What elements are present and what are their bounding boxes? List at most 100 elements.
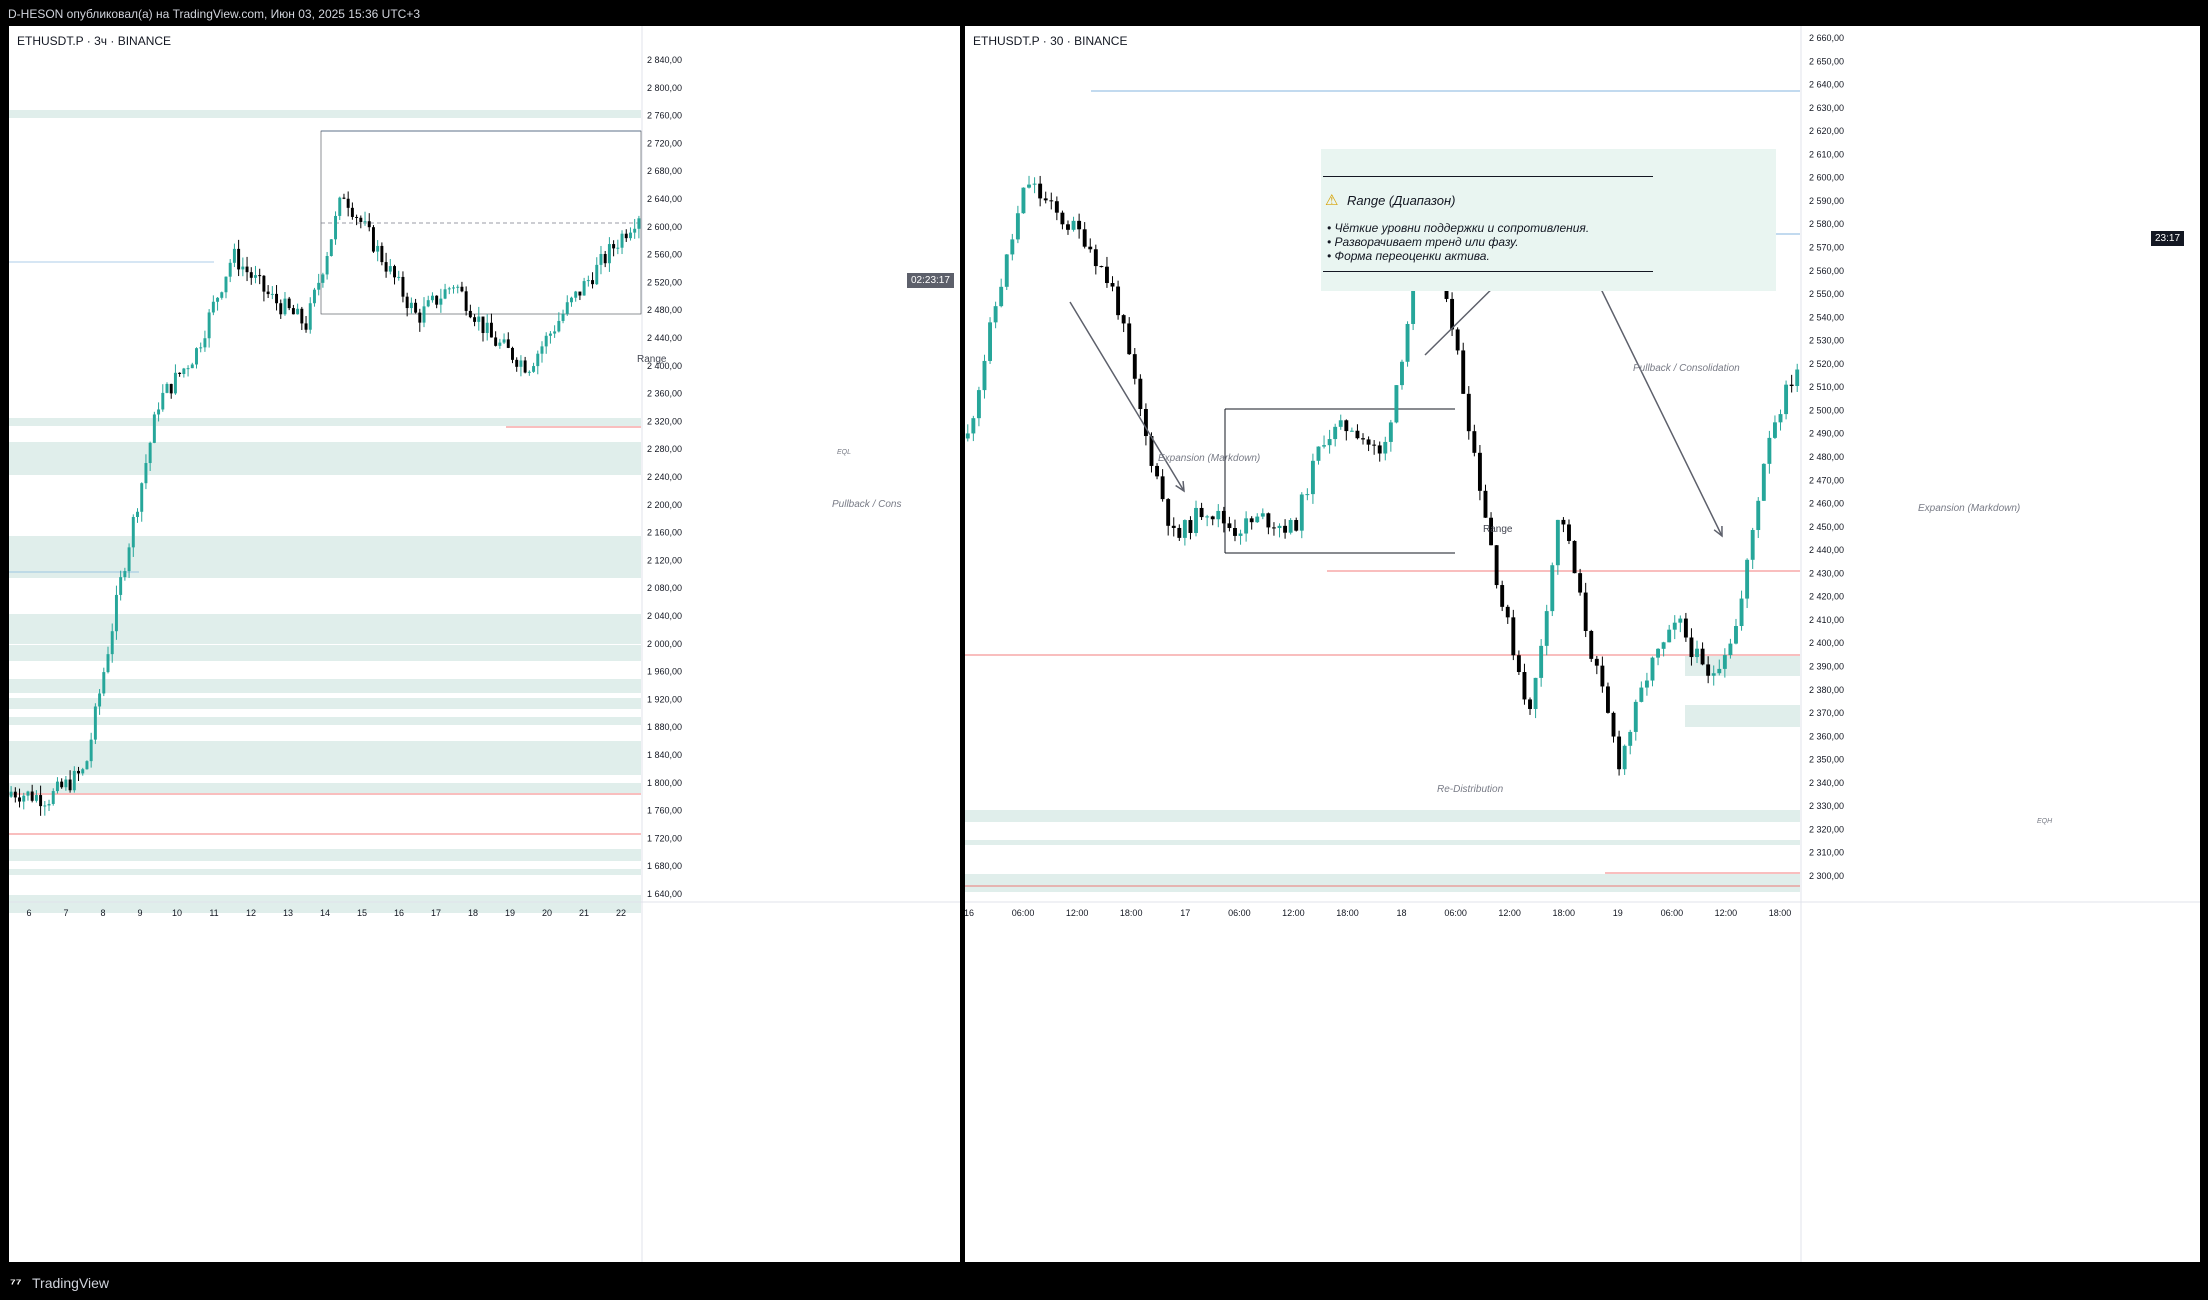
candle-body bbox=[1561, 519, 1566, 525]
candle-body bbox=[1171, 525, 1176, 528]
redistribution-label: Re-Distribution bbox=[1437, 784, 1504, 795]
candle-body bbox=[1027, 184, 1031, 188]
candle-body bbox=[279, 303, 283, 315]
candle-body bbox=[216, 297, 220, 302]
price-tick-label: 2 520,00 bbox=[647, 277, 682, 287]
candle-body bbox=[39, 795, 43, 807]
time-tick-label: 12 bbox=[246, 908, 256, 918]
candle-body bbox=[477, 316, 481, 322]
time-tick-label: 7 bbox=[63, 908, 68, 918]
candle-body bbox=[165, 383, 169, 393]
price-tick-label: 2 530,00 bbox=[1809, 336, 1844, 346]
candle-body bbox=[140, 483, 144, 512]
price-tick-label: 2 390,00 bbox=[1809, 662, 1844, 672]
left-chart-pane[interactable]: 2 840,00 2 800,00 2 760,00 2 720,00 2 680,00… bbox=[9, 26, 960, 1262]
candle-body bbox=[1366, 439, 1371, 445]
candle-body bbox=[468, 310, 472, 318]
price-tick-label: 1 880,00 bbox=[647, 722, 682, 732]
candle-body bbox=[329, 239, 333, 257]
candle-body bbox=[249, 272, 253, 278]
price-tick-label: 2 760,00 bbox=[647, 111, 682, 121]
candle-body bbox=[131, 517, 135, 548]
candle-body bbox=[152, 414, 156, 443]
candle-body bbox=[1138, 378, 1143, 409]
price-tick-label: 2 360,00 bbox=[1809, 731, 1844, 741]
candle-body bbox=[245, 266, 249, 273]
candle-body bbox=[1472, 431, 1477, 453]
candle-body bbox=[334, 215, 338, 240]
price-tick-label: 2 800,00 bbox=[647, 83, 682, 93]
candle-body bbox=[1689, 637, 1694, 658]
candle-body bbox=[1010, 239, 1015, 255]
candle-body bbox=[359, 217, 363, 222]
candle-body bbox=[1205, 516, 1210, 518]
right-chart-pane[interactable]: 2 660,00 2 650,00 2 640,00 2 630,00 2 620,00… bbox=[965, 26, 2200, 1262]
candle-body bbox=[60, 781, 64, 788]
left-symbol-label: ETHUSDT.P · 3ч · BINANCE bbox=[17, 34, 172, 48]
candle-body bbox=[628, 232, 632, 239]
candle-body bbox=[1015, 213, 1020, 240]
candle-body bbox=[1377, 445, 1382, 454]
price-tick-label: 1 640,00 bbox=[647, 889, 682, 899]
note-bullet-1: • Чёткие уровни поддержки и сопротивлени… bbox=[1327, 221, 1590, 235]
price-tick-label: 2 080,00 bbox=[647, 583, 682, 593]
candle-body bbox=[291, 308, 295, 315]
candle-body bbox=[1678, 618, 1683, 623]
candle-body bbox=[1461, 350, 1466, 394]
candle-body bbox=[312, 289, 316, 304]
candle-body bbox=[1539, 645, 1544, 678]
candle-body bbox=[1522, 672, 1527, 700]
liquidity-zone bbox=[1685, 705, 1800, 727]
candle-body bbox=[1054, 201, 1059, 213]
candle-body bbox=[13, 791, 17, 798]
left-chart-canvas[interactable]: 2 840,00 2 800,00 2 760,00 2 720,00 2 680,00… bbox=[9, 26, 960, 1262]
candle-body bbox=[1283, 525, 1288, 533]
candle-body bbox=[148, 442, 152, 464]
note-rule-top bbox=[1323, 176, 1653, 177]
candle-body bbox=[1722, 655, 1727, 669]
price-tick-label: 2 560,00 bbox=[647, 250, 682, 260]
candle-body bbox=[993, 306, 998, 323]
candle-body bbox=[971, 418, 976, 434]
price-tick-label: 2 350,00 bbox=[1809, 755, 1844, 765]
candle-body bbox=[1411, 287, 1416, 324]
candle-body bbox=[304, 323, 308, 330]
candle-body bbox=[136, 511, 139, 518]
time-tick-label: 14 bbox=[320, 908, 330, 918]
range-note-box[interactable]: ⚠ Range (Диапазон) • Чёткие уровни подде… bbox=[1321, 149, 1776, 291]
price-tick-label: 2 300,00 bbox=[1809, 871, 1844, 881]
candle-body bbox=[241, 266, 245, 270]
price-tick-label: 1 720,00 bbox=[647, 833, 682, 843]
candle-body bbox=[110, 631, 114, 655]
liquidity-zone bbox=[965, 840, 1800, 845]
candle-body bbox=[553, 331, 557, 334]
time-tick-label: 17 bbox=[431, 908, 441, 918]
candle-body bbox=[561, 313, 565, 321]
right-symbol-label: ETHUSDT.P · 30 · BINANCE bbox=[973, 34, 1128, 48]
candle-body bbox=[426, 300, 430, 307]
candle-body bbox=[485, 322, 489, 334]
price-tick-label: 2 470,00 bbox=[1809, 475, 1844, 485]
candle-body bbox=[123, 571, 127, 578]
candle-body bbox=[1093, 249, 1098, 267]
candle-body bbox=[98, 693, 102, 707]
candle-body bbox=[1667, 629, 1672, 643]
time-tick-label: 6 bbox=[26, 908, 31, 918]
candle-body bbox=[965, 433, 970, 439]
price-tick-label: 2 660,00 bbox=[1809, 33, 1844, 43]
candle-body bbox=[1255, 516, 1260, 523]
candle-body bbox=[1528, 699, 1532, 709]
candle-body bbox=[511, 347, 514, 360]
price-tick-label: 1 840,00 bbox=[647, 750, 682, 760]
candle-body bbox=[1795, 369, 1800, 387]
candle-body bbox=[1533, 677, 1538, 709]
candle-body bbox=[1578, 573, 1583, 593]
price-tick-label: 2 410,00 bbox=[1809, 615, 1844, 625]
candle-body bbox=[1711, 673, 1716, 676]
candle-body bbox=[422, 306, 426, 323]
candle-body bbox=[144, 463, 148, 484]
right-countdown: 23:17 bbox=[2151, 231, 2185, 246]
candle-body bbox=[527, 371, 531, 373]
candle-body bbox=[523, 360, 527, 373]
candle-body bbox=[1132, 354, 1137, 379]
